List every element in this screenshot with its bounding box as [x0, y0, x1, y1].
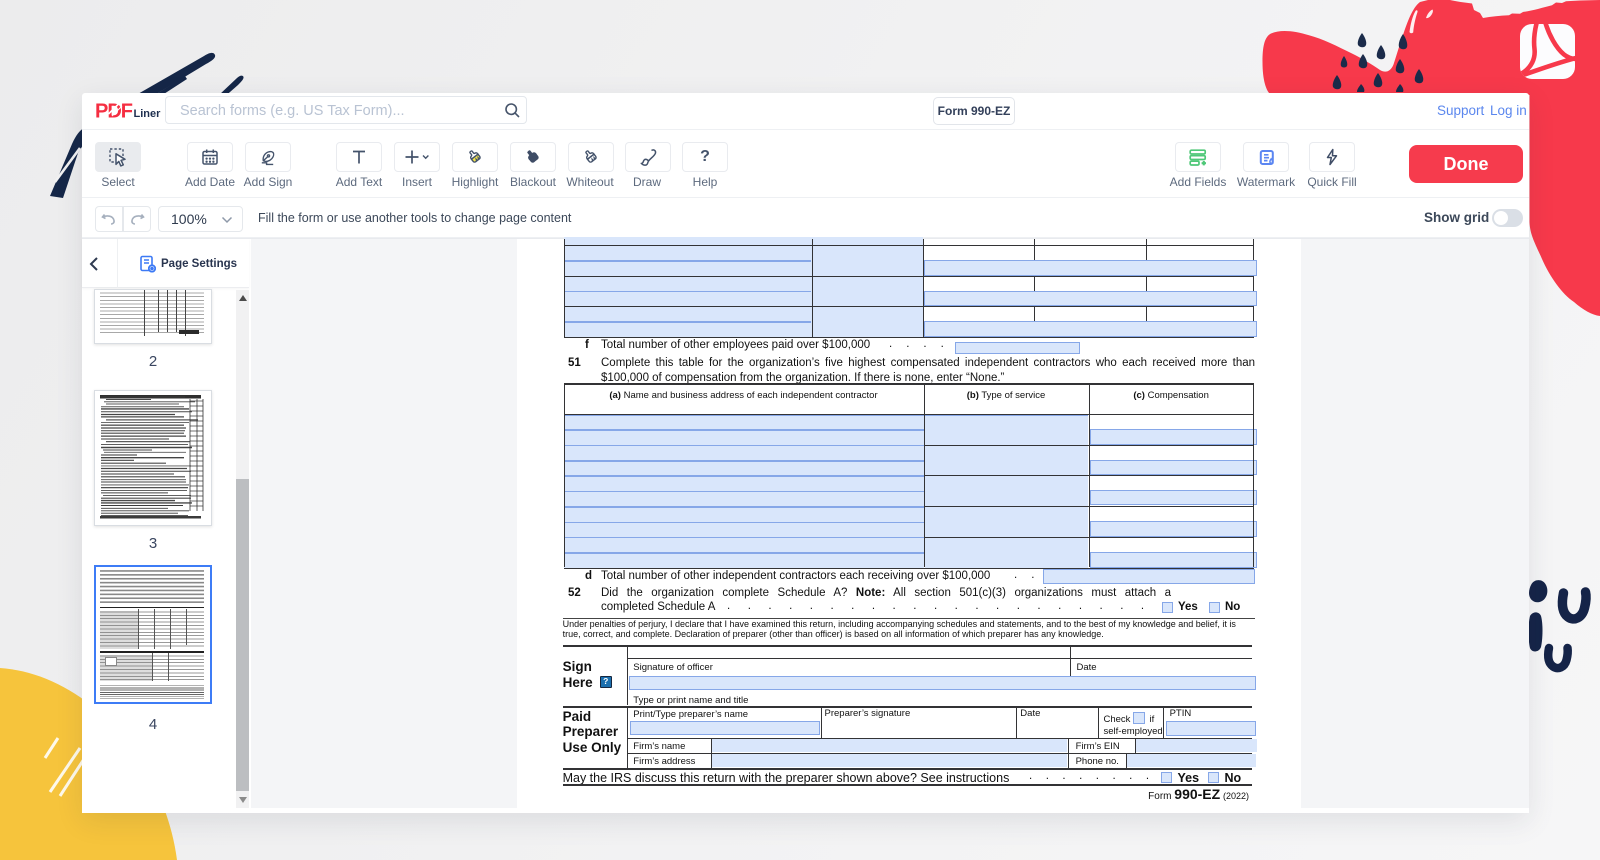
- svg-text:PDF: PDF: [95, 101, 133, 123]
- svg-text:Liner: Liner: [134, 108, 162, 120]
